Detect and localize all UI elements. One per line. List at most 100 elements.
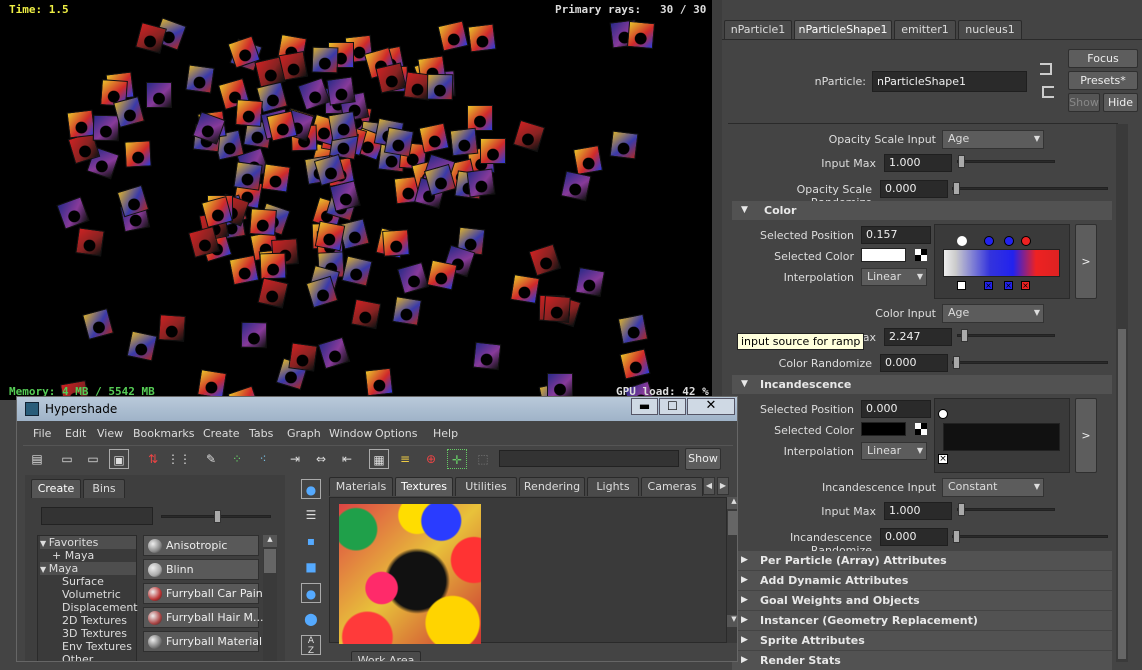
scrollbar-thumb[interactable] — [728, 511, 737, 535]
color-input-max-field[interactable]: 2.247 — [884, 328, 952, 346]
texture-thumbnail[interactable] — [339, 504, 481, 644]
scrollbar-thumb[interactable] — [1118, 329, 1126, 659]
slider-knob[interactable] — [953, 530, 960, 543]
material-item[interactable]: Furryball Hair M... — [143, 607, 263, 628]
icon-size-slider[interactable] — [161, 510, 271, 523]
section-add-dynamic[interactable]: ▶ Add Dynamic Attributes — [732, 571, 1112, 590]
ramp-delete-red-icon[interactable]: × — [1021, 281, 1030, 290]
tab-scroll-left-icon[interactable]: ◀ — [703, 477, 715, 495]
opacity-scale-input-dropdown[interactable]: Age ▼ — [942, 130, 1044, 149]
opacity-input-max-slider[interactable] — [957, 155, 1055, 168]
tree-surface[interactable]: Surface — [62, 575, 104, 588]
graph-down-icon[interactable]: ⋮⋮ — [167, 449, 191, 469]
menu-view[interactable]: View — [97, 427, 123, 440]
textures-scrollbar[interactable]: ▲ ▼ — [727, 497, 737, 643]
section-render-stats[interactable]: ▶ Render Stats — [732, 651, 1112, 670]
incandescence-randomize-slider[interactable] — [952, 530, 1108, 543]
sort-az-icon[interactable]: AZ — [301, 635, 321, 656]
tree-favorites[interactable]: ▼ Favorites — [40, 536, 136, 549]
menu-file[interactable]: File — [33, 427, 51, 440]
select-node-icon[interactable]: ✛ — [447, 449, 467, 469]
incandescence-section-header[interactable]: ▼ Incandescence — [732, 375, 1112, 394]
color-selected-position-field[interactable]: 0.157 — [861, 226, 931, 244]
tree-maya[interactable]: ▼ Maya — [40, 562, 136, 575]
tree-other-textures[interactable]: Other Textures — [62, 653, 136, 661]
color-randomize-field[interactable]: 0.000 — [880, 354, 948, 372]
menu-bookmarks[interactable]: Bookmarks — [133, 427, 194, 440]
list-view-icon[interactable]: ☰ — [301, 505, 321, 525]
tree-displacement[interactable]: Displacement — [62, 601, 138, 614]
list-toggle-icon[interactable]: ▤ — [27, 449, 47, 469]
inc-ramp-gradient[interactable] — [943, 423, 1060, 451]
ramp-handle-blue-2[interactable] — [1004, 236, 1014, 246]
opacity-scale-randomize-field[interactable]: 0.000 — [880, 180, 948, 198]
search-field[interactable] — [499, 450, 679, 467]
tab-create[interactable]: Create — [31, 479, 81, 498]
attribute-icon[interactable]: ≡ — [395, 449, 415, 469]
tab-nucleus1[interactable]: nucleus1 — [958, 20, 1022, 39]
layout-top-icon[interactable]: ▭ — [57, 449, 77, 469]
render-node-icon[interactable]: ⊕ — [421, 449, 441, 469]
menu-options[interactable]: Options — [375, 427, 417, 440]
tab-materials[interactable]: Materials — [329, 477, 393, 496]
layout-bottom-icon[interactable]: ▭ — [83, 449, 103, 469]
menu-edit[interactable]: Edit — [65, 427, 86, 440]
slider-knob[interactable] — [961, 329, 968, 342]
presets-button[interactable]: Presets* — [1068, 71, 1138, 90]
minimize-button[interactable]: ▬ — [631, 398, 658, 415]
show-filter-button[interactable]: Show — [685, 448, 721, 470]
tab-emitter1[interactable]: emitter1 — [894, 20, 956, 39]
color-selected-swatch[interactable] — [861, 248, 906, 262]
grid-snap-icon[interactable]: ⬚ — [473, 449, 493, 469]
ramp-delete-blue-2-icon[interactable]: × — [1004, 281, 1013, 290]
tab-bins[interactable]: Bins — [83, 479, 125, 498]
focus-button[interactable]: Focus — [1068, 49, 1138, 68]
tab-utilities[interactable]: Utilities — [455, 477, 517, 496]
section-goal-weights[interactable]: ▶ Goal Weights and Objects — [732, 591, 1112, 610]
menu-tabs[interactable]: Tabs — [249, 427, 273, 440]
section-instancer[interactable]: ▶ Instancer (Geometry Replacement) — [732, 611, 1112, 630]
large-swatch-icon[interactable]: ● — [301, 583, 321, 603]
tab-nparticleshape1[interactable]: nParticleShape1 — [794, 20, 892, 39]
slider-knob[interactable] — [958, 155, 965, 168]
tab-scroll-right-icon[interactable]: ▶ — [717, 477, 729, 495]
layout-both-icon[interactable]: ▣ — [109, 449, 129, 469]
color-input-max-slider[interactable] — [957, 329, 1055, 342]
scrollbar-thumb[interactable] — [264, 549, 276, 573]
inc-interpolation-dropdown[interactable]: Linear ▼ — [861, 442, 927, 460]
tab-cameras[interactable]: Cameras — [641, 477, 703, 496]
incandescence-randomize-field[interactable]: 0.000 — [880, 528, 948, 546]
material-item[interactable]: Furryball Car Paint — [143, 583, 267, 604]
sphere-swatch-icon[interactable]: ● — [301, 479, 321, 499]
inc-input-max-field[interactable]: 1.000 — [884, 502, 952, 520]
tab-lights[interactable]: Lights — [587, 477, 639, 496]
clear-graph-icon[interactable]: ✎ — [201, 449, 221, 469]
material-item[interactable]: Blinn — [143, 559, 259, 580]
rearrange-icon[interactable]: ⁘ — [227, 449, 247, 469]
color-picker-icon[interactable] — [915, 249, 927, 261]
tab-nparticle1[interactable]: nParticle1 — [724, 20, 792, 39]
menu-help[interactable]: Help — [433, 427, 458, 440]
slider-knob[interactable] — [958, 503, 965, 516]
output-connection-icon[interactable] — [1042, 86, 1054, 98]
color-ramp-expand-button[interactable]: > — [1075, 224, 1097, 299]
small-swatch-icon[interactable]: ▪ — [301, 531, 321, 551]
graph-up-icon[interactable]: ⇅ — [143, 449, 163, 469]
scroll-up-icon[interactable]: ▲ — [727, 497, 737, 509]
slider-knob[interactable] — [953, 356, 960, 369]
color-ramp-gradient[interactable] — [943, 249, 1060, 277]
inc-ramp-handle[interactable] — [938, 409, 948, 419]
incandescence-input-dropdown[interactable]: Constant ▼ — [942, 478, 1044, 497]
color-randomize-slider[interactable] — [952, 356, 1108, 369]
opacity-randomize-slider[interactable] — [952, 182, 1108, 195]
in-out-connections-icon[interactable]: ⇔ — [311, 449, 331, 469]
inc-ramp-delete-icon[interactable]: × — [938, 454, 948, 464]
ramp-handle-blue-1[interactable] — [984, 236, 994, 246]
inc-selected-position-field[interactable]: 0.000 — [861, 400, 931, 418]
ramp-delete-white[interactable] — [957, 281, 966, 290]
close-button[interactable]: ✕ — [687, 398, 735, 415]
tree-3d-textures[interactable]: 3D Textures — [62, 627, 127, 640]
tree-favorites-maya[interactable]: + Maya — [52, 549, 94, 562]
tab-work-area[interactable]: Work Area — [351, 651, 421, 661]
color-section-header[interactable]: ▼ Color — [732, 201, 1112, 220]
